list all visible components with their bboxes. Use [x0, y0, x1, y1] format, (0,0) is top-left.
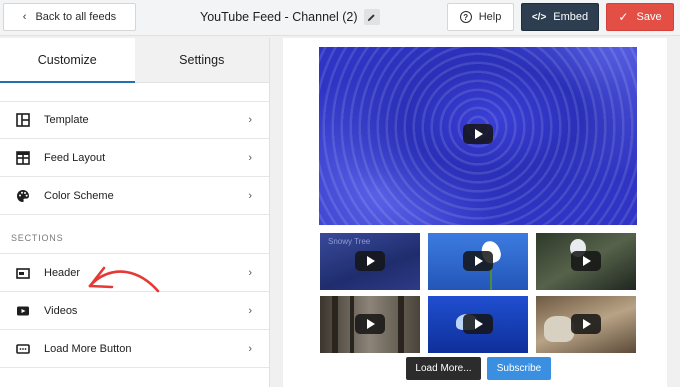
pencil-icon — [367, 13, 375, 21]
edit-title-button[interactable] — [363, 9, 380, 25]
sidebar-item-label: Load More Button — [44, 342, 132, 355]
sidebar-item-label: Feed Layout — [44, 151, 106, 164]
video-thumbnail[interactable] — [320, 296, 420, 353]
sidebar-item-videos[interactable]: Videos › — [0, 292, 269, 330]
subscribe-button[interactable]: Subscribe — [487, 357, 551, 380]
play-icon[interactable] — [463, 124, 493, 144]
header-icon — [16, 266, 30, 280]
video-thumbnail[interactable] — [428, 296, 528, 353]
feed-preview: Snowy Tree Load More... Subscribe — [283, 38, 667, 387]
tab-settings[interactable]: Settings — [134, 38, 269, 82]
chevron-right-icon: › — [248, 189, 252, 202]
question-icon: ? — [459, 11, 472, 23]
sidebar-item-label: Color Scheme — [44, 189, 114, 202]
back-button-label: Back to all feeds — [35, 11, 117, 23]
save-button[interactable]: ✓ Save — [606, 3, 674, 31]
play-icon[interactable] — [355, 314, 385, 334]
video-thumbnail[interactable] — [428, 233, 528, 290]
sections-heading: SECTIONS — [0, 215, 269, 254]
sidebar-item-color-scheme[interactable]: Color Scheme › — [0, 177, 269, 215]
save-label: Save — [636, 11, 662, 23]
play-icon[interactable] — [463, 251, 493, 271]
sidebar-item-template[interactable]: Template › — [0, 101, 269, 139]
sidebar-item-label: Template — [44, 114, 89, 126]
help-label: Help — [478, 11, 502, 23]
feed-layout-icon — [16, 150, 30, 165]
sidebar-tabs: Customize Settings — [0, 38, 269, 83]
play-icon[interactable] — [571, 314, 601, 334]
sidebar-item-load-more-button[interactable]: Load More Button › — [0, 330, 269, 368]
help-button[interactable]: ? Help — [447, 3, 514, 31]
chevron-left-icon: ‹ — [22, 11, 27, 23]
tab-customize-label: Customize — [37, 53, 97, 67]
embed-label: Embed — [553, 11, 589, 23]
sidebar-item-feed-layout[interactable]: Feed Layout › — [0, 139, 269, 177]
video-thumbnail[interactable] — [536, 296, 636, 353]
tab-customize[interactable]: Customize — [0, 38, 135, 83]
top-bar: ‹ Back to all feeds YouTube Feed - Chann… — [0, 0, 680, 36]
video-icon — [16, 304, 30, 318]
featured-video[interactable] — [319, 47, 637, 225]
sidebar-item-header[interactable]: Header › — [0, 254, 269, 292]
load-more-icon — [16, 342, 30, 356]
palette-icon — [16, 189, 30, 203]
sidebar-item-label: Header — [44, 266, 81, 279]
video-thumbnail[interactable] — [536, 233, 636, 290]
load-more-button[interactable]: Load More... — [406, 357, 481, 380]
video-thumbnail[interactable]: Snowy Tree — [320, 233, 420, 290]
template-icon — [16, 113, 30, 127]
chevron-right-icon: › — [248, 151, 252, 164]
play-icon[interactable] — [463, 314, 493, 334]
check-icon: ✓ — [618, 10, 629, 24]
thumbnail-caption: Snowy Tree — [328, 237, 371, 246]
chevron-right-icon: › — [248, 114, 252, 126]
chevron-right-icon: › — [248, 342, 252, 355]
feed-title: YouTube Feed - Channel (2) — [200, 10, 358, 24]
play-icon[interactable] — [355, 251, 385, 271]
chevron-right-icon: › — [248, 304, 252, 317]
embed-button[interactable]: </> Embed — [521, 3, 599, 31]
preview-scroll-gutter — [667, 38, 680, 387]
chevron-right-icon: › — [248, 266, 252, 279]
feed-title-group: YouTube Feed - Channel (2) — [200, 9, 380, 25]
play-icon[interactable] — [571, 251, 601, 271]
customize-sidebar: Customize Settings Template › Feed Layou… — [0, 38, 270, 387]
code-icon: </> — [531, 11, 547, 23]
tab-settings-label: Settings — [179, 53, 225, 67]
back-to-feeds-button[interactable]: ‹ Back to all feeds — [3, 3, 136, 31]
sidebar-item-label: Videos — [44, 304, 78, 317]
